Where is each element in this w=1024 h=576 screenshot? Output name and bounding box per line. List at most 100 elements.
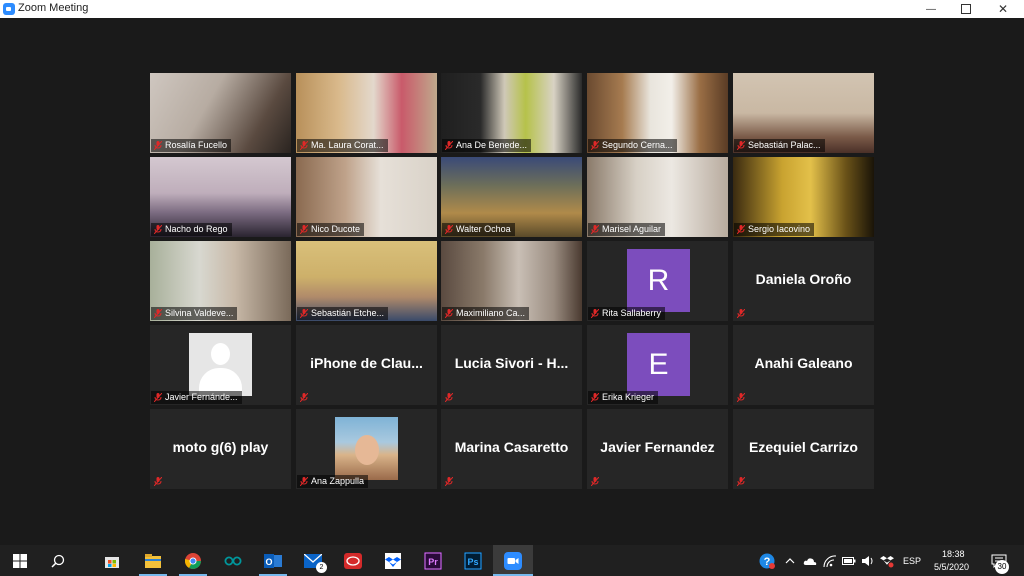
muted-mic-icon xyxy=(154,141,162,150)
muted-mic-icon xyxy=(591,225,599,234)
onedrive-icon[interactable] xyxy=(801,549,819,573)
participant-tile[interactable]: moto g(6) play xyxy=(150,409,291,489)
notification-count: 30 xyxy=(995,560,1009,574)
zoom-icon[interactable] xyxy=(501,549,525,573)
participant-name-label: Sebastián Etche... xyxy=(297,307,389,320)
muted-mic-icon xyxy=(154,393,162,402)
participant-tile[interactable]: Sebastián Palac... xyxy=(733,73,874,153)
muted-mic-icon xyxy=(591,393,599,402)
muted-mic-icon xyxy=(154,309,162,318)
participant-photo xyxy=(335,417,398,480)
participant-tile[interactable]: Nico Ducote xyxy=(296,157,437,237)
muted-mic-icon xyxy=(591,141,599,150)
minimize-button[interactable]: — xyxy=(913,0,949,18)
language-indicator[interactable]: ESP xyxy=(903,556,921,566)
participant-display-name: Anahi Galeano xyxy=(754,355,853,371)
muted-mic-icon xyxy=(737,141,745,150)
participant-name-label: Sebastián Palac... xyxy=(734,139,825,152)
participant-tile[interactable]: Marisel Aguilar xyxy=(587,157,728,237)
photoshop-icon[interactable]: Ps xyxy=(461,549,485,573)
participant-name-label: Sergio Iacovino xyxy=(734,223,815,236)
clock-date[interactable]: 5/5/2020 xyxy=(934,562,969,572)
participant-tile[interactable]: Ana Zappulla xyxy=(296,409,437,489)
participant-tile[interactable]: Lucia Sivori - H... xyxy=(441,325,582,405)
participant-tile[interactable]: Daniela Oroño xyxy=(733,241,874,321)
gallery-view: Rosalía Fucello Ma. Laura Corat... Ana De … xyxy=(0,18,1024,545)
muted-mic-icon xyxy=(591,309,599,318)
chrome-icon[interactable] xyxy=(181,549,205,573)
participant-name-label: Ma. Laura Corat... xyxy=(297,139,388,152)
muted-mic-icon xyxy=(300,477,308,486)
participant-display-name: Javier Fernandez xyxy=(600,439,715,455)
dropbox-icon[interactable] xyxy=(381,549,405,573)
dropbox-tray-icon[interactable] xyxy=(878,549,896,573)
muted-mic-icon xyxy=(737,477,745,486)
participant-tile[interactable]: Walter Ochoa xyxy=(441,157,582,237)
participant-name-label: Ana De Benede... xyxy=(442,139,532,152)
red-app-icon[interactable] xyxy=(341,549,365,573)
participant-tile[interactable]: Maximiliano Ca... xyxy=(441,241,582,321)
participant-display-name: Daniela Oroño xyxy=(755,271,852,287)
maximize-icon xyxy=(961,4,971,14)
arduino-icon[interactable] xyxy=(221,549,245,573)
participant-name-label: Nacho do Rego xyxy=(151,223,232,236)
participant-tile[interactable]: Sebastián Etche... xyxy=(296,241,437,321)
maximize-button[interactable] xyxy=(948,0,984,18)
muted-mic-icon xyxy=(300,141,308,150)
file-explorer-icon[interactable] xyxy=(141,549,165,573)
mail-badge: 2 xyxy=(316,562,327,573)
participant-name-label: Rita Sallaberry xyxy=(588,307,666,320)
close-button[interactable]: ✕ xyxy=(985,0,1021,18)
svg-text:Pr: Pr xyxy=(428,557,438,567)
participant-display-name: Ezequiel Carrizo xyxy=(749,439,858,455)
muted-mic-icon xyxy=(737,309,745,318)
muted-mic-icon xyxy=(154,225,162,234)
participant-avatar: R xyxy=(627,249,690,312)
participant-tile[interactable]: Sergio Iacovino xyxy=(733,157,874,237)
participant-tile[interactable]: Rosalía Fucello xyxy=(150,73,291,153)
participant-name-label: Silvina Valdeve... xyxy=(151,307,238,320)
muted-mic-icon xyxy=(445,141,453,150)
participant-tile[interactable]: Nacho do Rego xyxy=(150,157,291,237)
help-icon[interactable]: ? xyxy=(757,549,777,573)
participant-tile[interactable]: Ma. Laura Corat... xyxy=(296,73,437,153)
participant-name-label: Marisel Aguilar xyxy=(588,223,666,236)
volume-icon[interactable] xyxy=(859,549,877,573)
participant-tile[interactable]: Javier Fernandez xyxy=(587,409,728,489)
participant-tile[interactable]: Ana De Benede... xyxy=(441,73,582,153)
outlook-icon[interactable]: O xyxy=(261,549,285,573)
participant-display-name: Lucia Sivori - H... xyxy=(454,355,569,371)
wifi-icon[interactable] xyxy=(821,549,839,573)
participant-avatar: E xyxy=(627,333,690,396)
participant-name-label: Maximiliano Ca... xyxy=(442,307,530,320)
participant-tile[interactable]: Anahi Galeano xyxy=(733,325,874,405)
participant-tile[interactable]: Javier Fernánde... xyxy=(150,325,291,405)
battery-icon[interactable] xyxy=(840,549,858,573)
participant-tile[interactable]: Silvina Valdeve... xyxy=(150,241,291,321)
premiere-icon[interactable]: Pr xyxy=(421,549,445,573)
window-title-bar: Zoom Meeting — ✕ xyxy=(0,0,1024,18)
participant-display-name: moto g(6) play xyxy=(172,439,269,455)
participant-tile[interactable]: Segundo Cerna... xyxy=(587,73,728,153)
muted-mic-icon xyxy=(300,393,308,402)
participant-tile[interactable]: Marina Casaretto xyxy=(441,409,582,489)
muted-mic-icon xyxy=(445,309,453,318)
muted-mic-icon xyxy=(154,477,162,486)
taskbar: O 2 Pr Ps ? ESP 18:38 5/5/2020 30 xyxy=(0,545,1024,576)
windows-start-icon[interactable] xyxy=(8,549,32,573)
tray-chevron-up-icon[interactable] xyxy=(781,549,799,573)
default-avatar-icon xyxy=(189,333,252,396)
participant-tile[interactable]: E Erika Krieger xyxy=(587,325,728,405)
participant-tile[interactable]: iPhone de Clau... xyxy=(296,325,437,405)
participant-display-name: Marina Casaretto xyxy=(454,439,569,455)
participant-tile[interactable]: Ezequiel Carrizo xyxy=(733,409,874,489)
participant-name-label: Javier Fernánde... xyxy=(151,391,242,404)
store-icon[interactable] xyxy=(100,549,124,573)
muted-mic-icon xyxy=(300,225,308,234)
zoom-app-icon xyxy=(3,3,15,15)
search-icon[interactable] xyxy=(46,549,70,573)
participant-display-name: iPhone de Clau... xyxy=(310,355,423,371)
muted-mic-icon xyxy=(591,477,599,486)
participant-tile[interactable]: R Rita Sallaberry xyxy=(587,241,728,321)
clock-time[interactable]: 18:38 xyxy=(942,549,965,559)
